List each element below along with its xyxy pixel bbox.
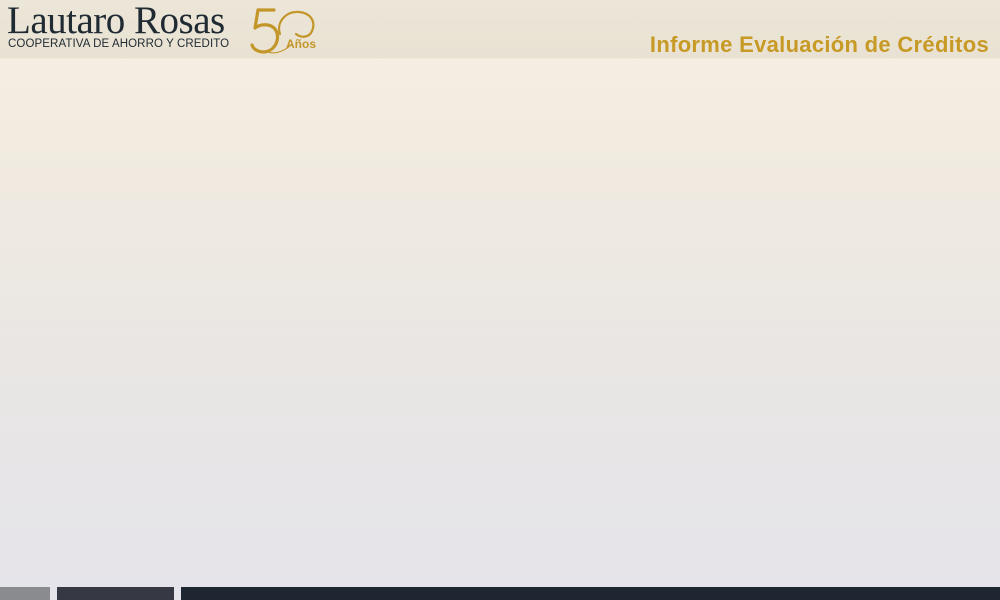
anniversary-label: Años [286,37,316,51]
footer-segment-dark [181,587,1000,600]
footer-segment-mid[interactable] [57,587,174,600]
brand-subtitle: COOPERATIVA DE AHORRO Y CREDITO [8,38,230,50]
header: Lautaro Rosas COOPERATIVA DE AHORRO Y CR… [0,0,1000,59]
brand-logo: Lautaro Rosas COOPERATIVA DE AHORRO Y CR… [0,0,330,58]
brand-name: Lautaro Rosas [7,0,225,42]
report-title: Informe Evaluación de Créditos [649,32,989,57]
footer-segment-light[interactable] [0,587,50,600]
footer-bar [0,587,1000,600]
